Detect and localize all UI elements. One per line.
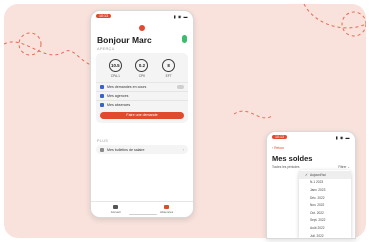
overview-card: 10.5 CPA-1 0.2 CPK 8 EFT Mes demandes en… — [96, 53, 188, 123]
request-button[interactable]: Faire une demande — [100, 111, 184, 119]
status-icons: ▮ ◉ ▬ — [173, 13, 188, 19]
stat-cpk[interactable]: 0.2 CPK — [135, 59, 149, 78]
stat-value: 10.5 — [108, 59, 122, 72]
stats-row: 10.5 CPA-1 0.2 CPK 8 EFT — [96, 53, 188, 82]
period-dropdown: ✓ Aujourd'hui N-1 2023 Janv. 2023 Déc. 20… — [299, 170, 351, 238]
filter-button[interactable]: Filtrer ⌄ — [338, 165, 350, 169]
stat-label: CPK — [138, 73, 146, 78]
balances-phone: 10:13 ▮ ◉ ▬ ‹ Retour Mes soldes Toutes l… — [266, 131, 356, 239]
dropdown-option[interactable]: Sept. 2022 — [299, 217, 351, 225]
dropdown-option[interactable]: Déc. 2022 — [299, 194, 351, 202]
row-agences[interactable]: Mes agences — [96, 90, 188, 100]
stat-value: 0.2 — [135, 59, 149, 72]
status-time: 10:13 — [272, 134, 287, 140]
status-time: 10:13 — [96, 13, 111, 19]
stat-value: 8 — [162, 59, 176, 72]
calendar-icon — [100, 102, 104, 107]
more-card: Mes bulletins de salaire › — [96, 145, 188, 154]
payslip-icon — [100, 147, 104, 152]
dropdown-option[interactable]: Nov. 2022 — [299, 201, 351, 209]
dropdown-option[interactable]: Oct. 2022 — [299, 209, 351, 217]
document-icon — [100, 84, 104, 89]
status-bar: 10:13 ▮ ◉ ▬ — [91, 11, 193, 21]
dropdown-option[interactable]: Juil. 2022 — [299, 232, 351, 238]
check-icon: ✓ — [305, 172, 308, 177]
period-filter-label[interactable]: Toutes les périodes — [272, 165, 299, 169]
back-button[interactable]: ‹ Retour — [272, 146, 284, 150]
toggle-switch[interactable] — [177, 84, 184, 89]
plane-icon — [164, 205, 170, 209]
row-label: Mes absences — [107, 102, 131, 107]
row-label: Mes agences — [107, 93, 129, 98]
stat-label: CPA-1 — [110, 73, 120, 78]
stat-label: EFT — [165, 73, 172, 78]
row-bulletins[interactable]: Mes bulletins de salaire › — [96, 145, 188, 154]
status-icons: ▮ ◉ ▬ — [335, 134, 350, 140]
row-demandes[interactable]: Mes demandes en cours — [96, 81, 188, 91]
dropdown-option[interactable]: ✓ Aujourd'hui — [299, 171, 351, 179]
dropdown-option[interactable]: Août 2022 — [299, 224, 351, 232]
tab-label: Accueil — [110, 210, 121, 214]
home-indicator — [129, 213, 157, 215]
tab-home[interactable]: Accueil — [110, 205, 121, 214]
chevron-right-icon: › — [182, 147, 184, 152]
status-bar: 10:13 ▮ ◉ ▬ — [267, 132, 355, 142]
home-icon — [113, 205, 119, 209]
row-label: Mes demandes en cours — [107, 84, 147, 89]
row-label: Mes bulletins de salaire — [107, 147, 145, 152]
stat-cpa[interactable]: 10.5 CPA-1 — [108, 59, 122, 78]
more-label: PLUS — [97, 139, 109, 143]
row-absences[interactable]: Mes absences — [96, 99, 188, 109]
dropdown-option[interactable]: N-1 2023 — [299, 179, 351, 187]
tab-label: Absences — [160, 210, 174, 214]
dropdown-option[interactable]: Janv. 2023 — [299, 186, 351, 194]
building-icon — [100, 93, 104, 98]
stat-eft[interactable]: 8 EFT — [162, 59, 176, 78]
main-phone: 10:13 ▮ ◉ ▬ Bonjour Marc APERÇU 10.5 CPA… — [90, 10, 194, 218]
mic-icon[interactable] — [182, 35, 187, 43]
overview-label: APERÇU — [97, 47, 115, 51]
tab-absences[interactable]: Absences — [160, 205, 173, 214]
balances-title: Mes soldes — [272, 154, 313, 163]
page-title: Bonjour Marc — [97, 35, 152, 45]
avatar[interactable] — [139, 25, 145, 31]
